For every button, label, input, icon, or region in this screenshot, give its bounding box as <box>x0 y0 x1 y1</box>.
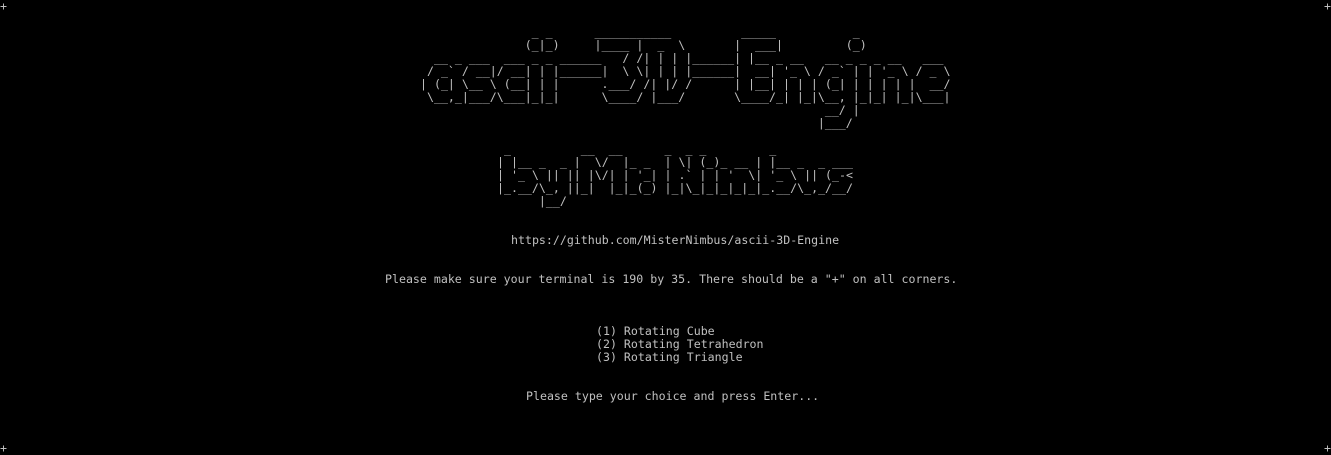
choice-prompt[interactable]: Please type your choice and press Enter.… <box>526 390 819 403</box>
corner-marker-top-left: + <box>0 0 7 13</box>
corner-marker-bottom-right: + <box>1324 441 1331 455</box>
corner-marker-bottom-left: + <box>0 441 7 455</box>
corner-marker-top-right: + <box>1324 0 1331 13</box>
banner-line: |___/ <box>420 116 853 130</box>
repo-url: https://github.com/MisterNimbus/ascii-3D… <box>511 233 840 247</box>
banner-line: |__/ <box>497 194 567 208</box>
menu-item-rotating-triangle: (3) Rotating Triangle <box>596 350 743 364</box>
terminal-size-notice: Please make sure your terminal is 190 by… <box>385 272 958 286</box>
